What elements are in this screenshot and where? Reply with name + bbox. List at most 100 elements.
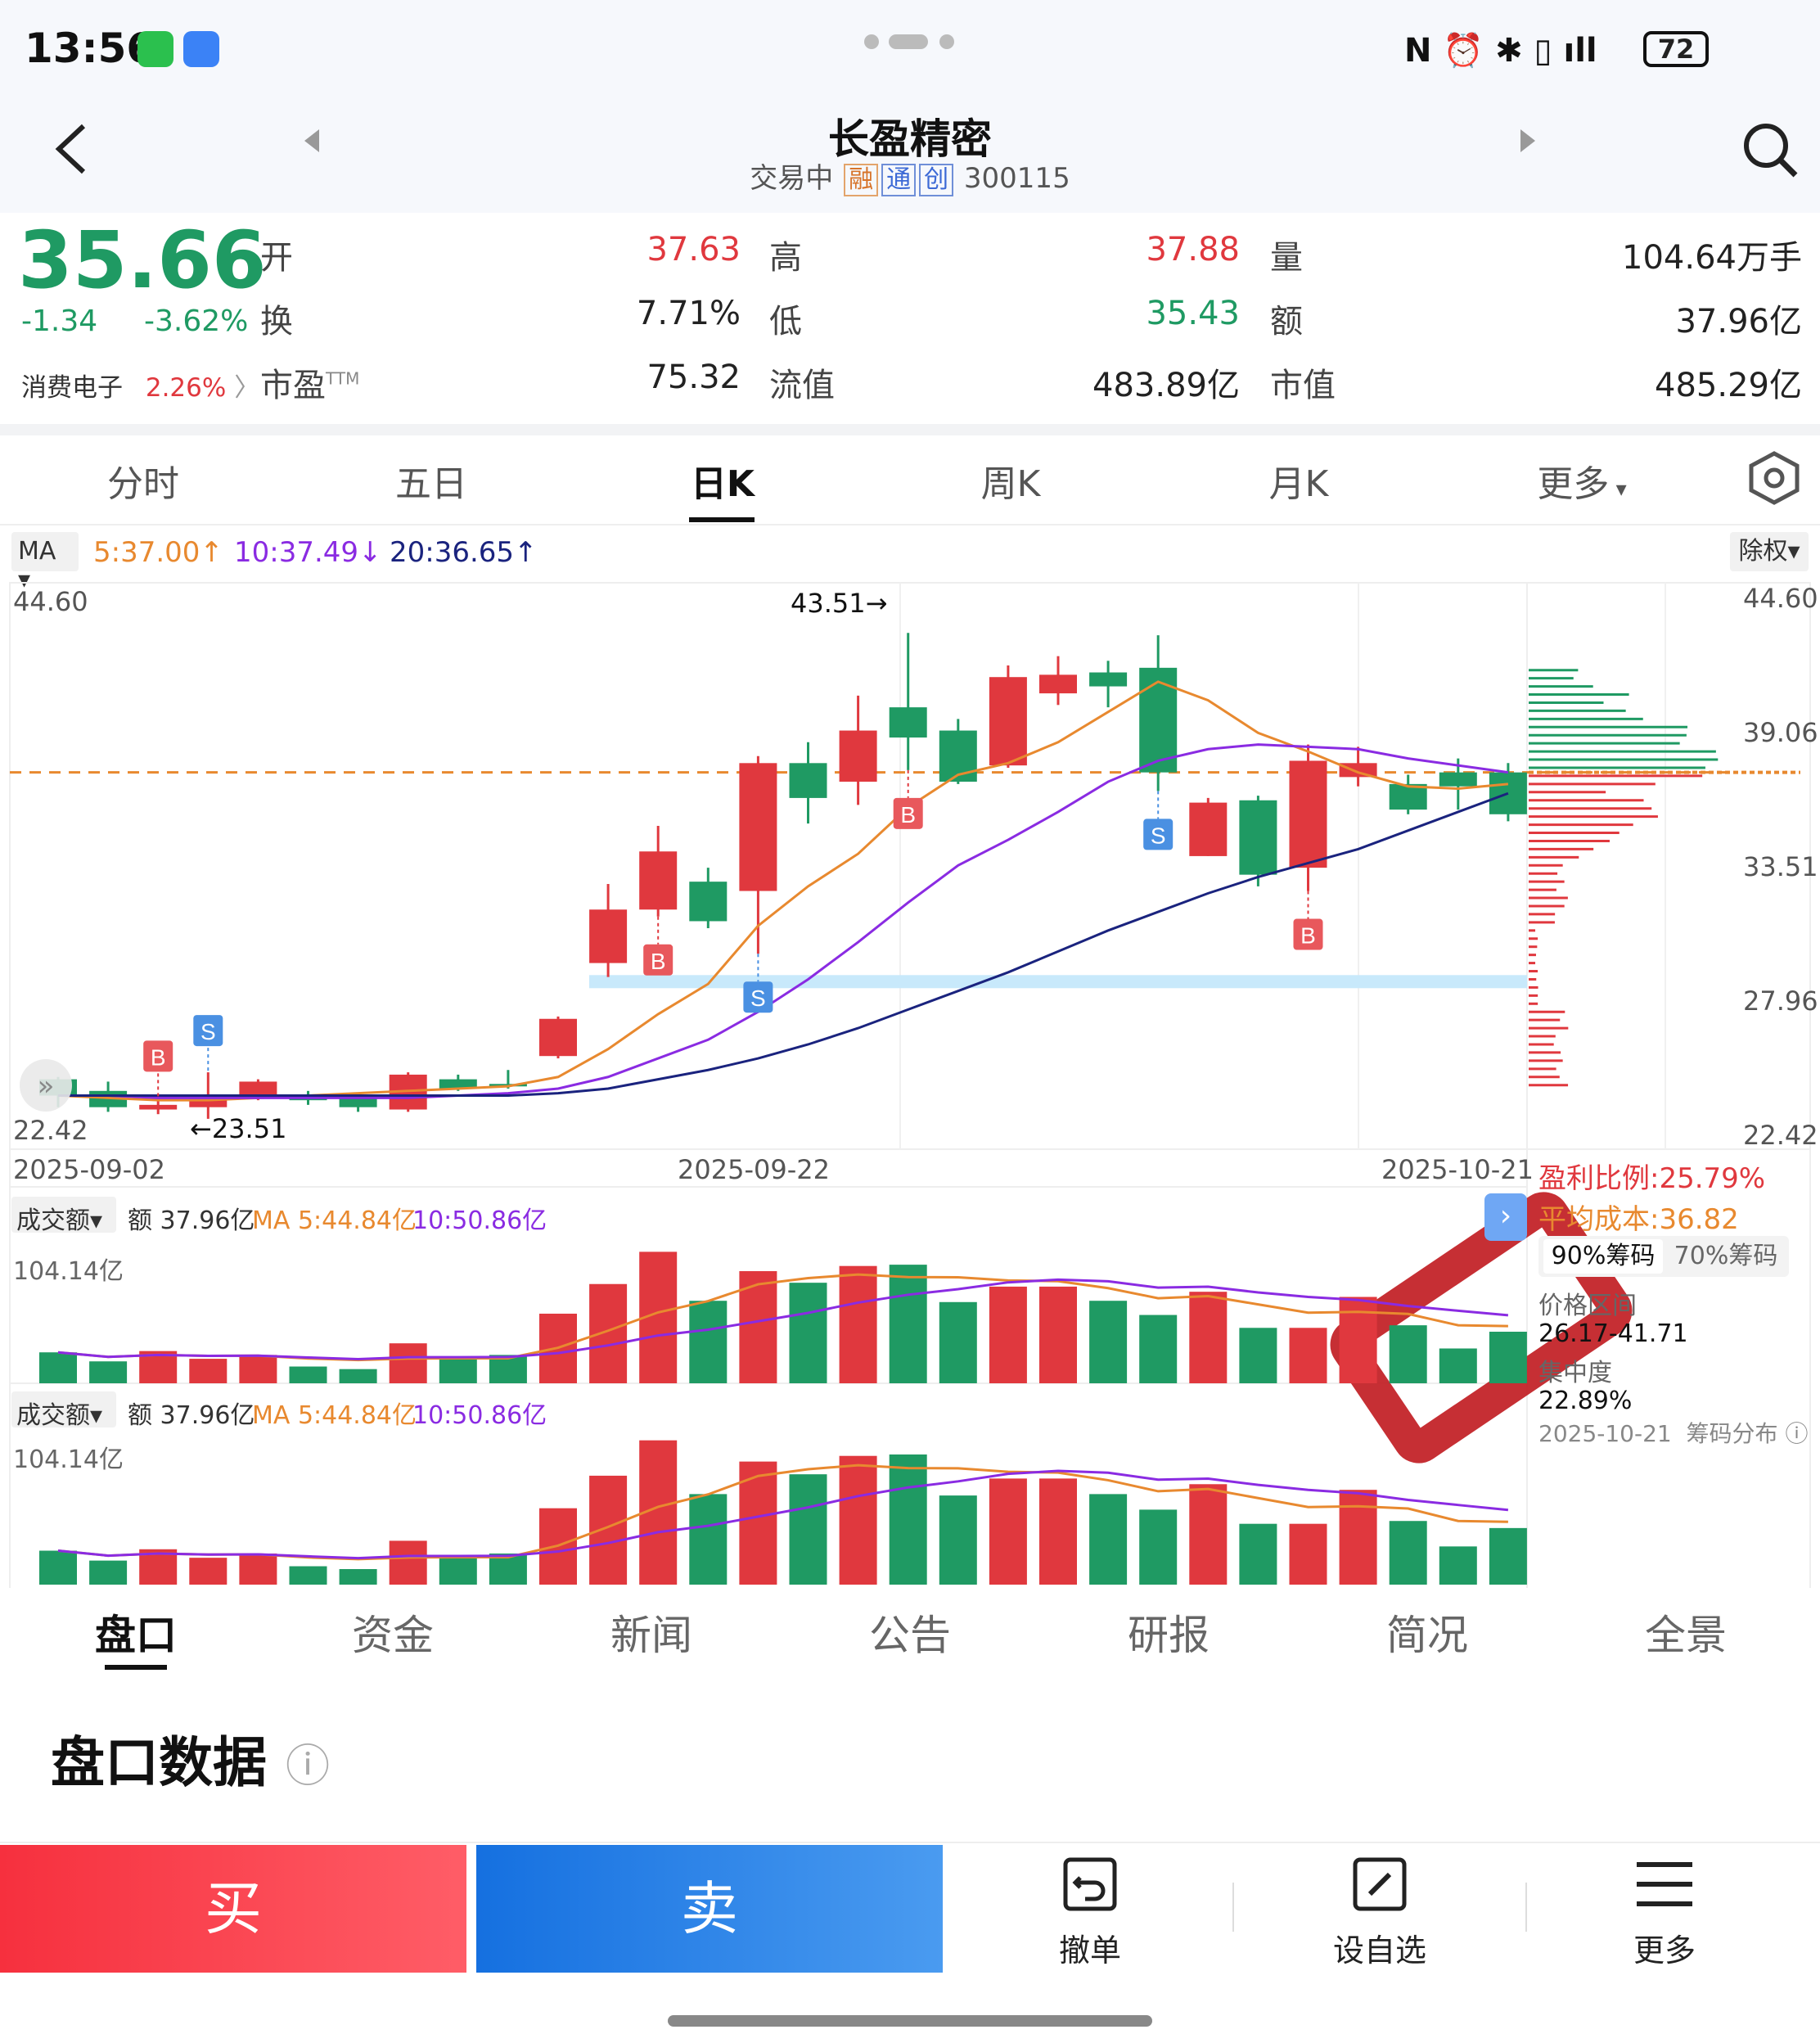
volume1-bar	[89, 1361, 127, 1383]
right-tick-0: 44.60	[1743, 583, 1818, 614]
sector-name: 消费电子	[21, 373, 123, 403]
candle-body	[1089, 673, 1127, 687]
chevron-right-icon: 〉	[234, 373, 259, 403]
volume1-bar	[989, 1287, 1027, 1383]
candle-body	[589, 909, 627, 963]
concentration-value: 22.89%	[1538, 1387, 1632, 1415]
tab-funds[interactable]: 资金	[311, 1603, 475, 1662]
candle-body	[1189, 803, 1227, 856]
volume-label: 量	[1270, 231, 1303, 278]
volume2-select[interactable]: 成交额▾	[11, 1391, 116, 1427]
low-value: 35.43	[1064, 295, 1240, 332]
volume1-bar	[589, 1284, 627, 1383]
tab-weekly-k[interactable]: 周K	[949, 454, 1072, 507]
caret-down-icon: ▾	[1609, 477, 1626, 502]
turnover-value: 7.71%	[573, 295, 741, 332]
chip-tab-70[interactable]: 70%筹码	[1666, 1239, 1786, 1274]
cancel-order-icon[interactable]	[1061, 1855, 1119, 1917]
tab-profile[interactable]: 简况	[1345, 1603, 1509, 1662]
volume1-bar	[1489, 1332, 1527, 1383]
volume1-bar	[1139, 1315, 1177, 1383]
volume1-bar	[340, 1369, 377, 1383]
open-label: 开	[260, 231, 293, 278]
signal-label: B	[900, 802, 916, 828]
volume2-bar	[1239, 1524, 1277, 1585]
sell-button[interactable]: 卖	[476, 1845, 943, 1973]
tab-announcements[interactable]: 公告	[828, 1603, 992, 1662]
volume2-bar	[290, 1567, 327, 1585]
help-circle-icon: ⓘ	[286, 1740, 330, 1792]
tab-monthly-k[interactable]: 月K	[1237, 454, 1360, 507]
double-chevron-icon: »	[38, 1070, 55, 1103]
candle-body	[139, 1105, 177, 1110]
volume1-select[interactable]: 成交额▾	[11, 1197, 116, 1233]
ma5-value: 5:37.00↑	[93, 536, 223, 569]
candle-body	[639, 851, 677, 909]
cancel-order-label[interactable]: 撤单	[1000, 1925, 1180, 1970]
volume1-bar	[1290, 1328, 1327, 1383]
adjust-select[interactable]: 除权▾	[1730, 532, 1809, 571]
volume2-bar	[890, 1454, 927, 1585]
separator	[1232, 1883, 1234, 1932]
volume-value: 104.64万手	[1473, 231, 1802, 278]
volume1-bar	[1189, 1292, 1227, 1383]
stock-subtitle: 交易中 融通创 300115	[0, 156, 1820, 196]
edit-watchlist-icon[interactable]	[1350, 1855, 1409, 1917]
volume1-ma5: MA 5:44.84亿	[252, 1200, 417, 1236]
tab-five-day[interactable]: 五日	[370, 454, 493, 507]
sector-pct: 2.26%	[146, 373, 226, 403]
separator	[1525, 1883, 1527, 1932]
tab-indicator	[689, 517, 755, 522]
section-title: 盘口数据 ⓘ	[51, 1719, 330, 1797]
ma5-line	[58, 682, 1508, 1100]
sector-link[interactable]: 消费电子 2.26% 〉	[21, 367, 259, 404]
help-icon: ⓘ	[1785, 1420, 1808, 1447]
avg-cost: 平均成本:36.82	[1538, 1197, 1739, 1237]
buy-button[interactable]: 买	[0, 1845, 466, 1973]
candle-body	[689, 882, 727, 921]
low-label: 低	[769, 295, 802, 342]
last-price: 35.66	[18, 214, 267, 306]
tab-intraday[interactable]: 分时	[82, 454, 205, 507]
volume1-bar	[689, 1301, 727, 1383]
watchlist-label[interactable]: 设自选	[1290, 1925, 1470, 1970]
volume1-bar	[1439, 1348, 1477, 1383]
volume1-amount: 额 37.96亿	[128, 1200, 255, 1236]
settings-hex-icon[interactable]	[1746, 450, 1802, 509]
candle-body	[1439, 773, 1477, 787]
tab-more[interactable]: 更多 ▾	[1520, 454, 1643, 507]
high-label: 高	[769, 231, 802, 278]
volume2-bar	[189, 1558, 227, 1585]
volume2-bar	[1189, 1484, 1227, 1585]
date-end: 2025-10-21	[1381, 1154, 1534, 1185]
volume2-bar	[1290, 1524, 1327, 1585]
turnover-label: 换	[260, 295, 293, 342]
tab-daily-k[interactable]: 日K	[661, 454, 784, 507]
chip-tab-90[interactable]: 90%筹码	[1543, 1239, 1663, 1274]
amount-label: 额	[1270, 295, 1303, 342]
volume1-bar	[239, 1355, 277, 1383]
tab-pankou[interactable]: 盘口	[54, 1603, 218, 1662]
tag-rong: 融	[844, 164, 878, 196]
menu-icon[interactable]	[1633, 1858, 1696, 1914]
volume1-ymax: 104.14亿	[13, 1251, 124, 1287]
volume2-bar	[589, 1476, 627, 1585]
right-tick-4: 22.42	[1743, 1120, 1818, 1151]
tab-panorama[interactable]: 全景	[1604, 1603, 1768, 1662]
volume2-bar	[1139, 1509, 1177, 1585]
price-range-label: 价格区间	[1538, 1285, 1637, 1321]
pe-value: 75.32	[573, 359, 741, 396]
ma20-value: 20:36.65↑	[390, 536, 538, 569]
expand-chip-icon[interactable]: ›	[1484, 1193, 1527, 1241]
indicator-select[interactable]: MA ▾	[11, 532, 79, 571]
volume2-bar	[1340, 1490, 1377, 1585]
volume2-ymax: 104.14亿	[13, 1439, 124, 1475]
tab-research[interactable]: 研报	[1087, 1603, 1250, 1662]
signal-label: S	[750, 985, 766, 1011]
more-label[interactable]: 更多	[1574, 1925, 1755, 1970]
camera-pill-icon	[864, 34, 954, 49]
tab-news[interactable]: 新闻	[570, 1603, 733, 1662]
price-range-value: 26.17-41.71	[1538, 1319, 1688, 1348]
candle-body	[539, 1019, 577, 1056]
float-cap-label: 流值	[769, 359, 835, 406]
